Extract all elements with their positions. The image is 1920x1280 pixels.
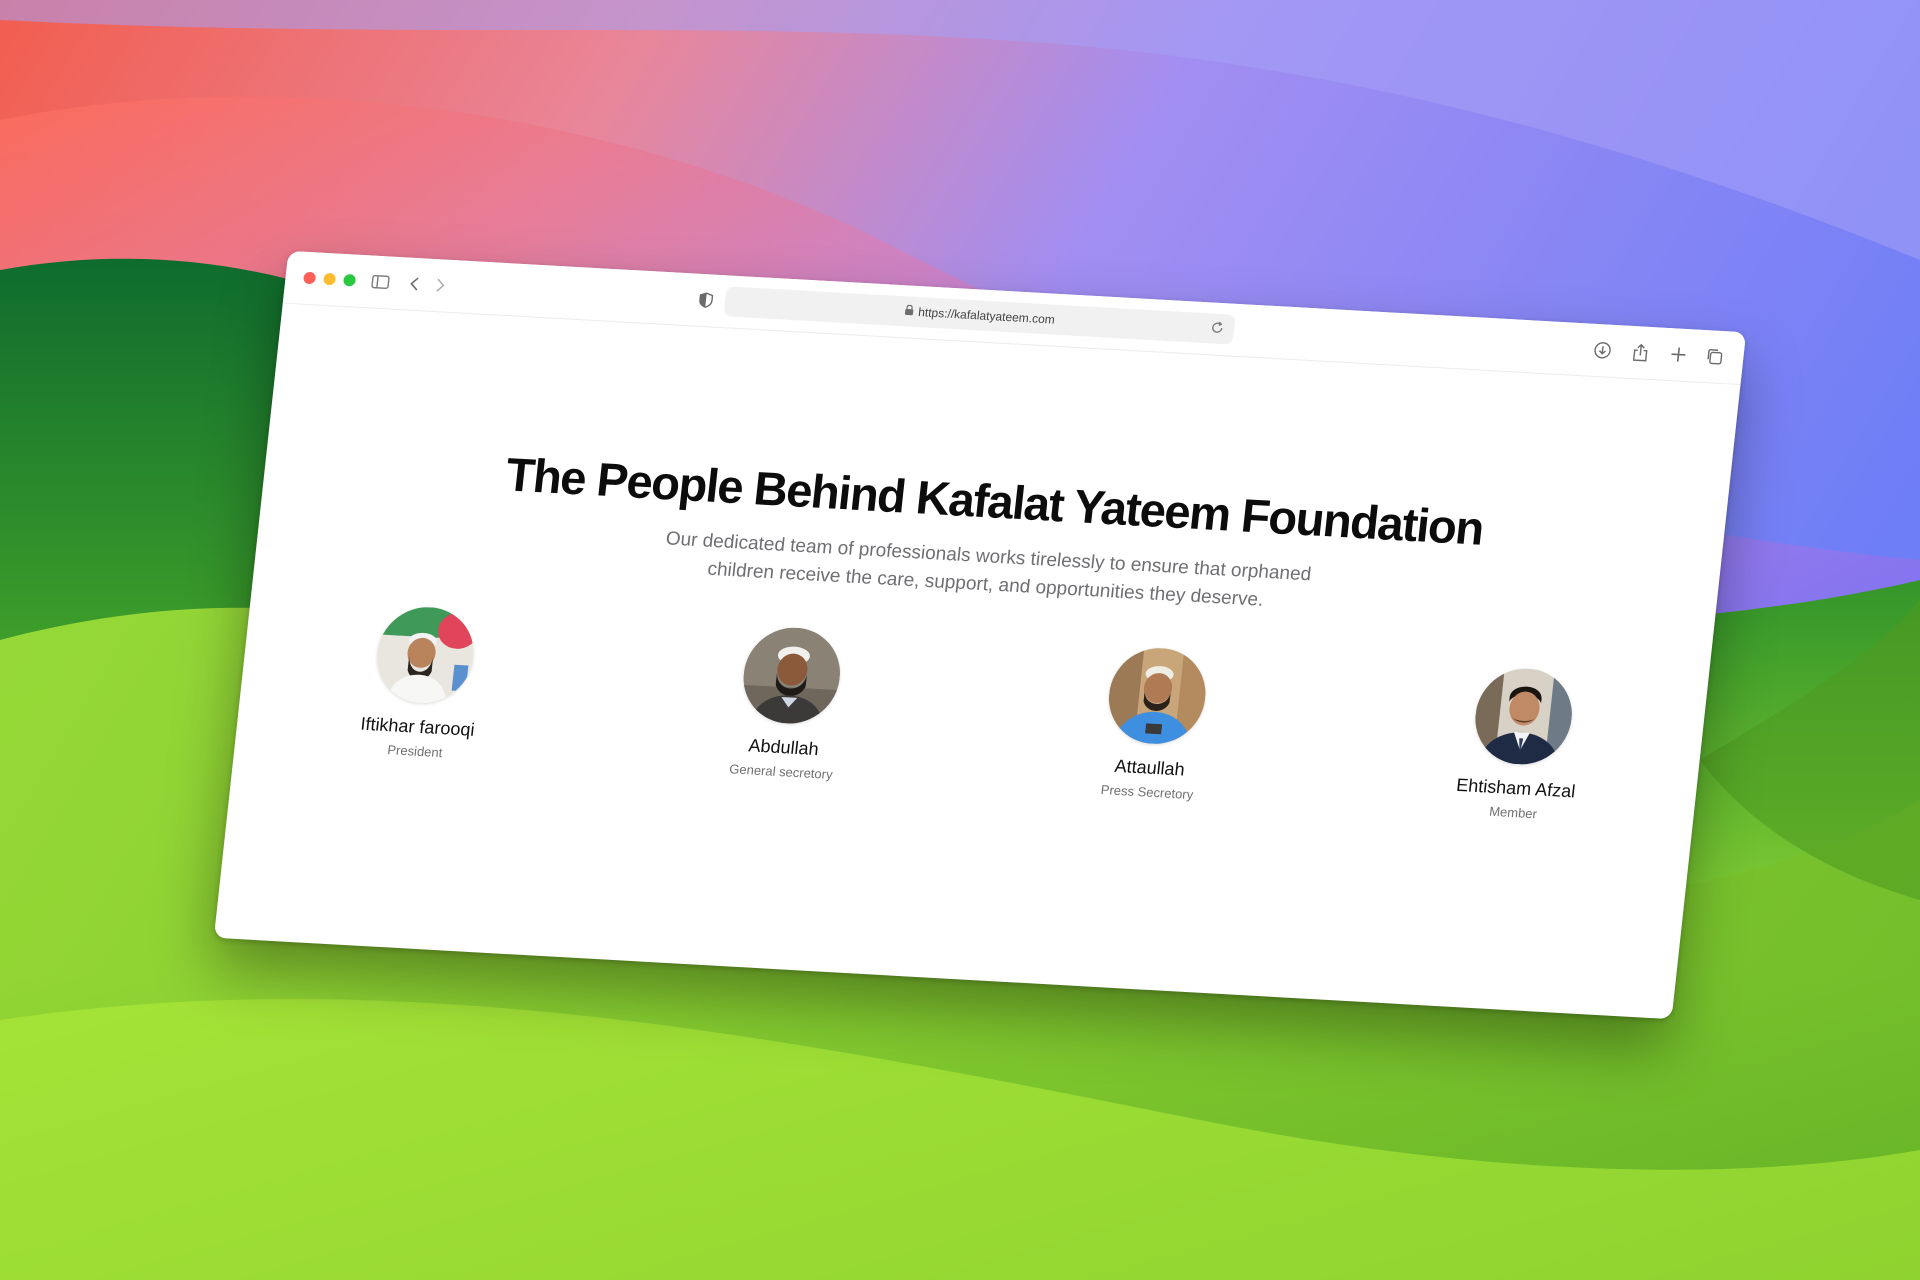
browser-window: https://kafalatyateem.com The People Beh… xyxy=(213,250,1747,1020)
member-name: Ehtisham Afzal xyxy=(1455,774,1577,802)
avatar xyxy=(738,625,845,727)
avatar xyxy=(1104,645,1211,747)
member-role: Press Secretory xyxy=(1100,782,1195,803)
member-name: Iftikhar farooqi xyxy=(359,713,476,740)
sidebar-icon[interactable] xyxy=(368,270,392,293)
member-role: President xyxy=(386,742,444,761)
lock-icon xyxy=(904,304,915,318)
member-name: Abdullah xyxy=(747,735,820,760)
zoom-window-button[interactable] xyxy=(342,273,357,287)
shield-icon[interactable] xyxy=(694,289,718,312)
tabs-icon[interactable] xyxy=(1702,345,1726,368)
forward-icon[interactable] xyxy=(428,274,452,297)
reload-icon[interactable] xyxy=(1209,320,1225,338)
desktop: https://kafalatyateem.com The People Beh… xyxy=(0,0,1920,1280)
team-member: Ehtisham Afzal Member xyxy=(1413,663,1629,825)
member-role: General secretory xyxy=(728,761,834,782)
download-icon[interactable] xyxy=(1590,339,1614,362)
url-text: https://kafalatyateem.com xyxy=(917,305,1056,327)
member-role: Member xyxy=(1488,803,1538,822)
window-controls xyxy=(302,271,357,287)
avatar xyxy=(372,604,479,706)
back-icon[interactable] xyxy=(402,272,426,295)
close-window-button[interactable] xyxy=(302,271,317,285)
member-name: Attaullah xyxy=(1113,755,1186,780)
team-member: Iftikhar farooqi President xyxy=(314,602,530,764)
share-icon[interactable] xyxy=(1628,341,1652,364)
team-list: Iftikhar farooqi President Abdullah Gene… xyxy=(314,602,1628,826)
avatar xyxy=(1470,666,1577,767)
minimize-window-button[interactable] xyxy=(322,272,337,286)
team-member: Abdullah General secretory xyxy=(680,622,896,784)
plus-icon[interactable] xyxy=(1666,343,1690,366)
team-member: Attaullah Press Secretory xyxy=(1046,643,1262,805)
page-content: The People Behind Kafalat Yateem Foundat… xyxy=(214,304,1741,1020)
